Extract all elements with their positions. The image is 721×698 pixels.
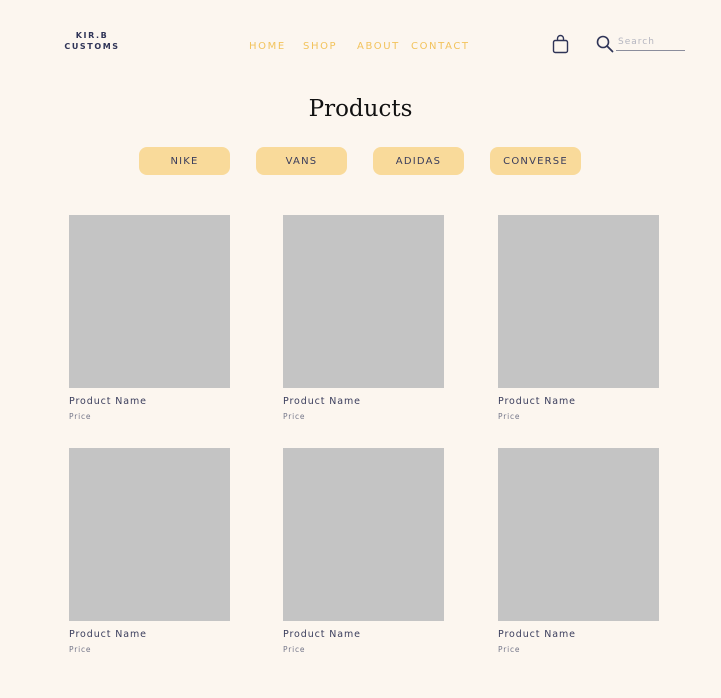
page-title: Products: [308, 96, 413, 122]
search-icon[interactable]: [596, 35, 614, 53]
product-image[interactable]: [283, 215, 444, 388]
brand-logo[interactable]: KIR.B CUSTOMS: [62, 30, 122, 52]
product-name[interactable]: Product Name: [283, 629, 444, 640]
product-image[interactable]: [69, 448, 230, 621]
product-card[interactable]: Product Name Price: [69, 215, 230, 421]
product-card[interactable]: Product Name Price: [283, 215, 444, 421]
product-name[interactable]: Product Name: [283, 396, 444, 407]
product-image[interactable]: [283, 448, 444, 621]
product-price: Price: [498, 645, 521, 654]
product-name[interactable]: Product Name: [498, 396, 659, 407]
product-image[interactable]: [498, 215, 659, 388]
product-price: Price: [283, 412, 306, 421]
product-card[interactable]: Product Name Price: [498, 215, 659, 421]
filter-nike[interactable]: NIKE: [139, 147, 230, 175]
nav-about[interactable]: ABOUT: [357, 41, 400, 52]
product-price: Price: [283, 645, 306, 654]
filter-converse[interactable]: CONVERSE: [490, 147, 581, 175]
product-price: Price: [69, 412, 92, 421]
nav-contact[interactable]: CONTACT: [411, 41, 470, 52]
product-image[interactable]: [69, 215, 230, 388]
shopping-bag-icon[interactable]: [551, 34, 570, 54]
product-image[interactable]: [498, 448, 659, 621]
brand-line1: KIR.B: [75, 31, 109, 40]
search-bar: [596, 34, 688, 54]
nav-home[interactable]: HOME: [249, 41, 286, 52]
brand-line2: CUSTOMS: [64, 42, 120, 51]
product-price: Price: [69, 645, 92, 654]
product-card[interactable]: Product Name Price: [69, 448, 230, 654]
filter-adidas[interactable]: ADIDAS: [373, 147, 464, 175]
product-card[interactable]: Product Name Price: [498, 448, 659, 654]
product-card[interactable]: Product Name Price: [283, 448, 444, 654]
product-name[interactable]: Product Name: [69, 396, 230, 407]
product-name[interactable]: Product Name: [498, 629, 659, 640]
search-input[interactable]: [616, 34, 685, 51]
nav-shop[interactable]: SHOP: [303, 41, 337, 52]
filter-vans[interactable]: VANS: [256, 147, 347, 175]
product-price: Price: [498, 412, 521, 421]
product-name[interactable]: Product Name: [69, 629, 230, 640]
